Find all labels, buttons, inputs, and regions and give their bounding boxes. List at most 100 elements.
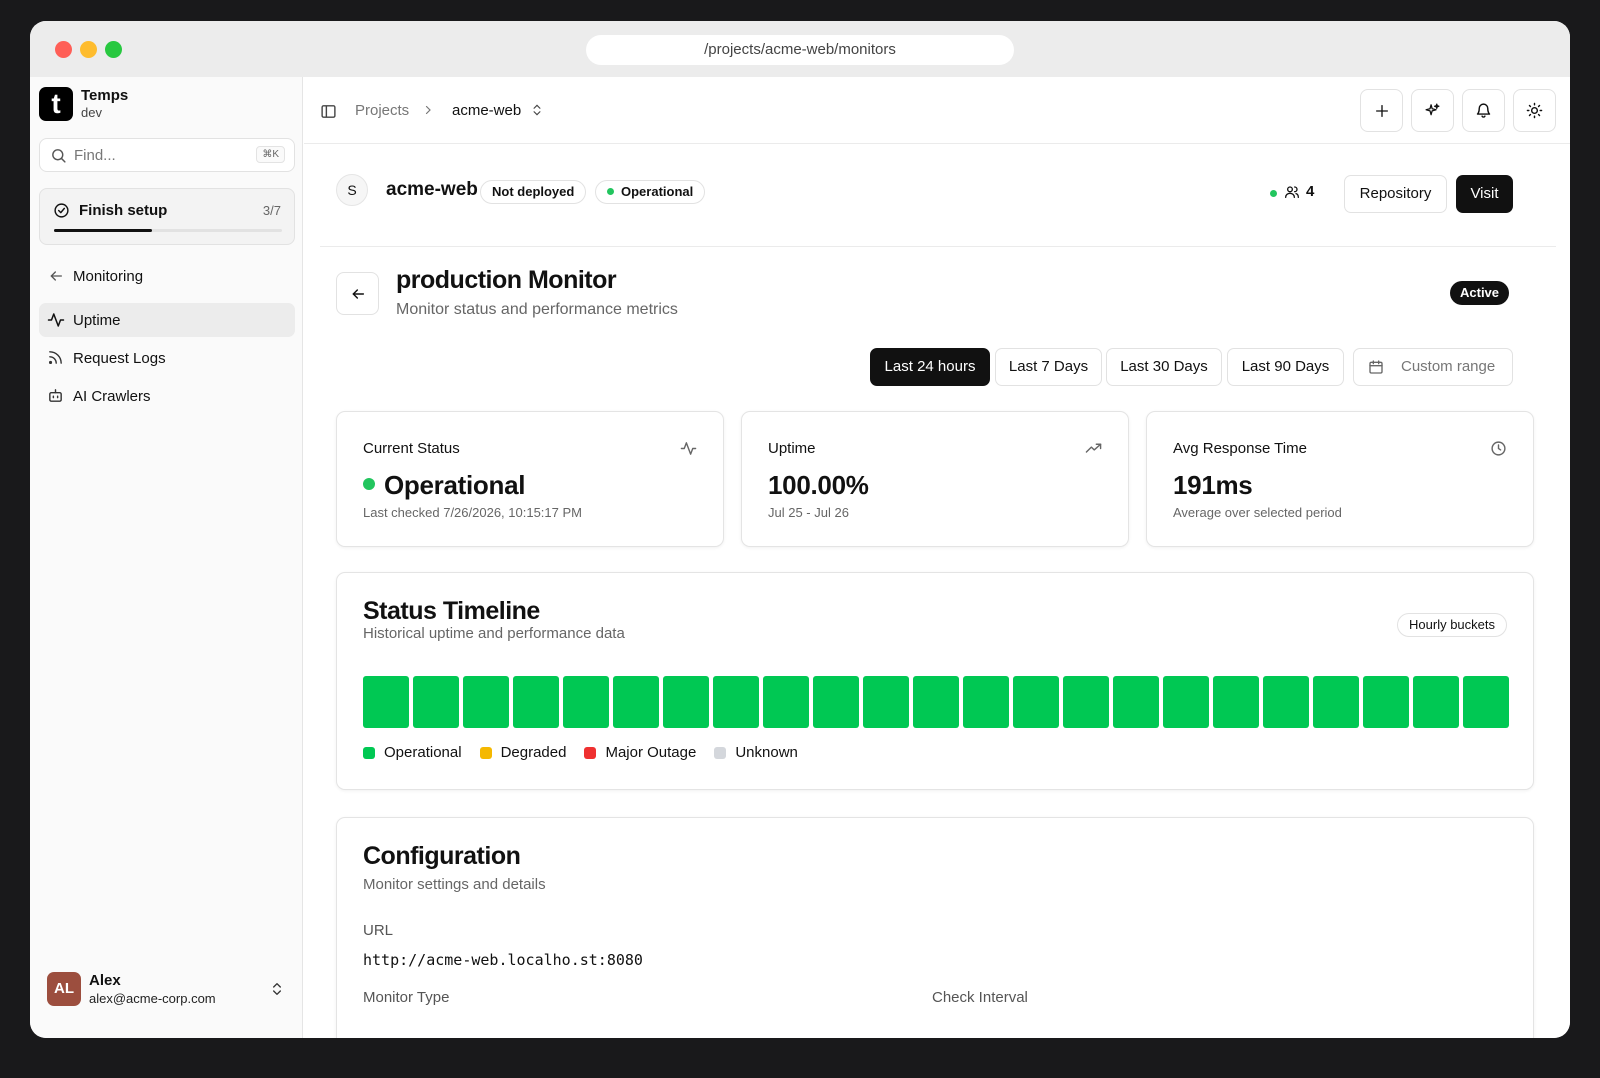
back-label: Monitoring [73, 268, 144, 285]
sidebar-toggle-icon[interactable] [320, 103, 337, 120]
uptime-card: Uptime 100.00% Jul 25 - Jul 26 [741, 411, 1129, 547]
timeline-bucket[interactable] [763, 676, 809, 728]
sun-icon [1526, 102, 1543, 119]
legend-item: Operational [363, 744, 462, 761]
chevrons-up-down-icon [273, 983, 281, 995]
bucket-size-badge: Hourly buckets [1397, 613, 1507, 637]
sidebar-item-uptime[interactable]: Uptime [39, 303, 295, 337]
user-name: Alex [89, 972, 121, 989]
range-last-90-days[interactable]: Last 90 Days [1227, 348, 1344, 386]
activity-icon [680, 442, 697, 455]
theme-toggle-button[interactable] [1513, 89, 1556, 132]
timeline-bucket[interactable] [363, 676, 409, 728]
card-subtext: Last checked 7/26/2026, 10:15:17 PM [363, 505, 582, 520]
chevrons-up-down-icon[interactable] [530, 102, 544, 118]
search-input[interactable]: Find... ⌘K [39, 138, 295, 172]
timeline-bucket[interactable] [1213, 676, 1259, 728]
visit-button[interactable]: Visit [1456, 175, 1513, 213]
avg-response-card: Avg Response Time 191ms Average over sel… [1146, 411, 1534, 547]
notifications-button[interactable] [1462, 89, 1505, 132]
legend-swatch [479, 746, 492, 759]
divider [320, 246, 1556, 247]
trending-up-icon [1085, 443, 1102, 453]
timeline-bucket[interactable] [813, 676, 859, 728]
bot-icon [49, 389, 62, 402]
back-to-monitoring[interactable]: Monitoring [39, 259, 295, 293]
timeline-bucket[interactable] [1063, 676, 1109, 728]
timeline-bucket[interactable] [713, 676, 759, 728]
url-bar[interactable]: /projects/acme-web/monitors [586, 35, 1014, 65]
app-env: dev [81, 105, 102, 120]
calendar-icon [1369, 360, 1383, 374]
project-avatar: S [336, 174, 368, 206]
app-logo[interactable]: t [39, 87, 73, 121]
bell-icon [1476, 103, 1491, 118]
back-button[interactable] [336, 272, 379, 315]
main-content: S acme-web Not deployed Operational 4 Re… [304, 145, 1570, 1038]
timeline-bucket[interactable] [1363, 676, 1409, 728]
user-email: alex@acme-corp.com [89, 991, 216, 1006]
finish-setup-count: 3/7 [262, 203, 281, 218]
clock-icon [1491, 441, 1506, 456]
timeline-bucket[interactable] [1313, 676, 1359, 728]
timeline-bucket[interactable] [963, 676, 1009, 728]
arrow-left-icon [352, 288, 364, 299]
custom-range-button[interactable]: Custom range [1353, 348, 1513, 386]
configuration-title: Configuration [363, 842, 521, 870]
repository-button[interactable]: Repository [1344, 175, 1447, 213]
minimize-window-button[interactable] [80, 41, 97, 58]
page-title: production Monitor [396, 266, 617, 294]
arrow-left-icon [50, 271, 62, 281]
finish-setup-card[interactable]: Finish setup 3/7 [39, 188, 295, 245]
timeline-bucket[interactable] [1113, 676, 1159, 728]
close-window-button[interactable] [55, 41, 72, 58]
timeline-bucket[interactable] [563, 676, 609, 728]
chevron-right-icon [425, 105, 431, 115]
timeline-bucket[interactable] [613, 676, 659, 728]
breadcrumb-projects[interactable]: Projects [355, 102, 409, 119]
project-name: acme-web [386, 179, 478, 200]
top-bar: Projects acme-web [304, 77, 1570, 144]
search-icon [52, 149, 66, 163]
finish-setup-label: Finish setup [79, 202, 168, 219]
timeline-bucket[interactable] [513, 676, 559, 728]
app-name: Temps [81, 87, 129, 104]
maximize-window-button[interactable] [105, 41, 122, 58]
card-value: 191ms [1173, 470, 1253, 500]
range-last-30-days[interactable]: Last 30 Days [1106, 348, 1222, 386]
legend-label: Operational [384, 744, 462, 761]
check-circle-icon [54, 203, 69, 218]
user-menu[interactable]: AL Alex alex@acme-corp.com [39, 963, 295, 1015]
ai-assistant-button[interactable] [1411, 89, 1454, 132]
sidebar-item-request-logs[interactable]: Request Logs [39, 341, 295, 375]
timeline-bucket[interactable] [1463, 676, 1509, 728]
timeline-bucket[interactable] [1013, 676, 1059, 728]
sparkles-icon [1425, 103, 1440, 116]
timeline-bucket[interactable] [863, 676, 909, 728]
card-value: Operational [363, 470, 525, 501]
search-shortcut: ⌘K [256, 146, 285, 163]
legend-swatch [584, 746, 597, 759]
card-label: Current Status [363, 440, 460, 457]
timeline-bucket[interactable] [413, 676, 459, 728]
sidebar-item-ai-crawlers[interactable]: AI Crawlers [39, 379, 295, 413]
add-button[interactable] [1360, 89, 1403, 132]
timeline-bucket[interactable] [663, 676, 709, 728]
timeline-bucket[interactable] [913, 676, 959, 728]
plus-icon [1375, 104, 1388, 117]
range-last-7-days[interactable]: Last 7 Days [995, 348, 1102, 386]
monitor-type-label: Monitor Type [363, 989, 450, 1006]
timeline-bucket[interactable] [463, 676, 509, 728]
timeline-bucket[interactable] [1263, 676, 1309, 728]
setup-progress-bar [54, 229, 282, 232]
timeline-subtitle: Historical uptime and performance data [363, 625, 625, 642]
legend-swatch [363, 746, 375, 759]
custom-range-label: Custom range [1401, 358, 1496, 375]
card-label: Uptime [768, 440, 816, 457]
users-icon [1285, 186, 1299, 198]
timeline-bucket[interactable] [1413, 676, 1459, 728]
breadcrumb-project[interactable]: acme-web [452, 102, 521, 119]
range-last-24-hours[interactable]: Last 24 hours [870, 348, 990, 386]
timeline-title: Status Timeline [363, 597, 540, 625]
timeline-bucket[interactable] [1163, 676, 1209, 728]
